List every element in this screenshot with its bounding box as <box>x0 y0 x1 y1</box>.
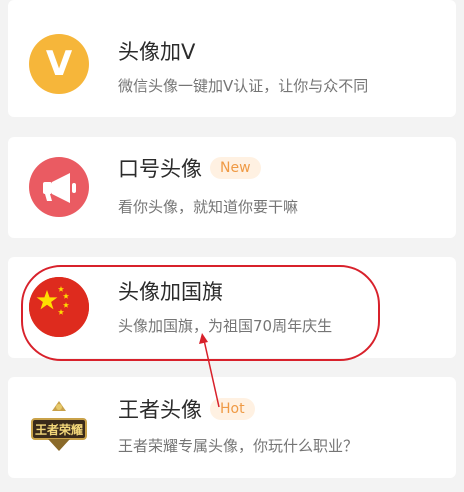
title-row: 口号头像 New <box>118 153 261 183</box>
v-letter: V <box>45 44 73 84</box>
list-item-king-avatar[interactable]: 王者荣耀 王者头像 Hot 王者荣耀专属头像，你玩什么职业？ <box>8 377 456 478</box>
item-subtitle: 看你头像，就知道你要干嘛 <box>118 198 299 216</box>
king-logo-glyph: 王者荣耀 <box>31 401 87 451</box>
king-glory-logo-icon: 王者荣耀 <box>26 397 92 457</box>
item-subtitle: 王者荣耀专属头像，你玩什么职业？ <box>118 437 359 455</box>
item-title: 头像加V <box>118 40 196 64</box>
v-badge-icon: V <box>29 34 89 94</box>
avatar-feature-list: V 头像加V 微信头像一键加V认证，让你与众不同 口号头像 New 看你头像，就… <box>0 0 464 492</box>
item-subtitle: 头像加国旗，为祖国70周年庆生 <box>118 317 333 335</box>
list-item-add-v[interactable]: V 头像加V 微信头像一键加V认证，让你与众不同 <box>8 0 456 117</box>
item-subtitle: 微信头像一键加V认证，让你与众不同 <box>118 77 369 95</box>
china-flag-icon <box>29 277 89 337</box>
item-title: 口号头像 <box>118 157 202 181</box>
item-title: 王者头像 <box>118 398 202 422</box>
king-logo-text: 王者荣耀 <box>35 422 83 437</box>
list-item-slogan-avatar[interactable]: 口号头像 New 看你头像，就知道你要干嘛 <box>8 137 456 238</box>
title-row: 头像加V <box>118 36 195 66</box>
megaphone-icon <box>29 157 89 217</box>
hot-badge: Hot <box>210 398 255 420</box>
title-row: 王者头像 Hot <box>118 394 255 424</box>
flag-glyph <box>29 277 89 337</box>
item-title: 头像加国旗 <box>118 280 223 304</box>
title-row: 头像加国旗 <box>118 276 223 306</box>
new-badge: New <box>210 157 261 179</box>
megaphone-glyph <box>43 173 76 203</box>
list-item-flag-avatar[interactable]: 头像加国旗 头像加国旗，为祖国70周年庆生 <box>8 257 456 358</box>
